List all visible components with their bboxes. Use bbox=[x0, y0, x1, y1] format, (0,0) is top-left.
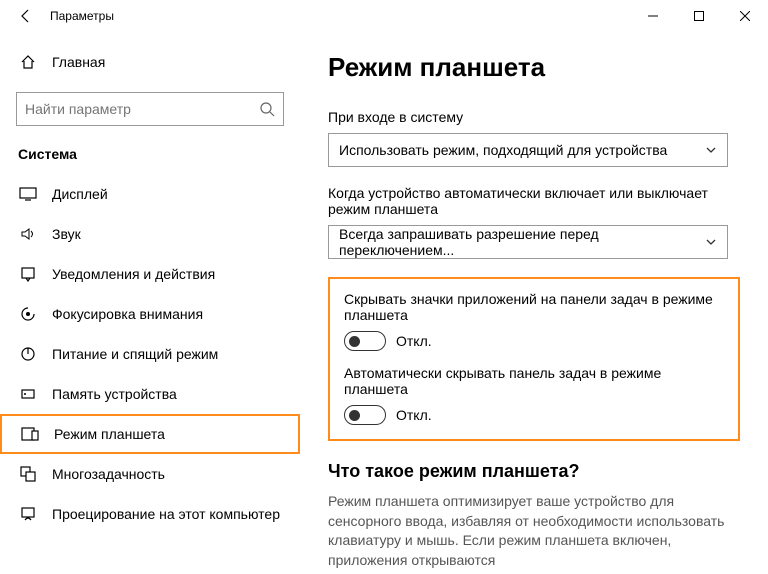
sidebar-item-power[interactable]: Питание и спящий режим bbox=[0, 334, 300, 374]
switch-select[interactable]: Всегда запрашивать разрешение перед пере… bbox=[328, 225, 728, 259]
projecting-icon bbox=[18, 504, 38, 524]
sidebar-item-multitask[interactable]: Многозадачность bbox=[0, 454, 300, 494]
toggle-hide-taskbar-state: Откл. bbox=[396, 407, 432, 423]
sidebar-item-label: Фокусировка внимания bbox=[52, 306, 203, 322]
window-title: Параметры bbox=[50, 9, 114, 23]
about-text: Режим планшета оптимизирует ваше устройс… bbox=[328, 492, 740, 570]
sound-icon bbox=[18, 224, 38, 244]
toggle-hide-taskbar[interactable] bbox=[344, 405, 386, 425]
sidebar-item-label: Питание и спящий режим bbox=[52, 346, 218, 362]
toggle-hide-icons-state: Откл. bbox=[396, 333, 432, 349]
window-controls bbox=[630, 0, 768, 32]
chevron-down-icon bbox=[705, 144, 717, 156]
maximize-button[interactable] bbox=[676, 0, 722, 32]
home-link[interactable]: Главная bbox=[0, 42, 300, 82]
sidebar-item-label: Многозадачность bbox=[52, 466, 165, 482]
toggle-hide-taskbar-label: Автоматически скрывать панель задач в ре… bbox=[344, 365, 724, 397]
sidebar-item-label: Режим планшета bbox=[54, 426, 165, 442]
sidebar-item-notifications[interactable]: Уведомления и действия bbox=[0, 254, 300, 294]
sidebar: Главная Система Дисплей Звук Уведомления… bbox=[0, 32, 300, 574]
sidebar-item-focus[interactable]: Фокусировка внимания bbox=[0, 294, 300, 334]
signin-value: Использовать режим, подходящий для устро… bbox=[339, 142, 667, 158]
storage-icon bbox=[18, 384, 38, 404]
highlighted-settings: Скрывать значки приложений на панели зад… bbox=[328, 277, 740, 441]
display-icon bbox=[18, 184, 38, 204]
power-icon bbox=[18, 344, 38, 364]
sidebar-item-projecting[interactable]: Проецирование на этот компьютер bbox=[0, 494, 300, 534]
sidebar-item-tablet[interactable]: Режим планшета bbox=[0, 414, 300, 454]
focus-icon bbox=[18, 304, 38, 324]
switch-label: Когда устройство автоматически включает … bbox=[328, 185, 740, 217]
category-heading: Система bbox=[0, 140, 300, 174]
signin-select[interactable]: Использовать режим, подходящий для устро… bbox=[328, 133, 728, 167]
search-box[interactable] bbox=[16, 92, 284, 126]
back-button[interactable] bbox=[12, 2, 40, 30]
notifications-icon bbox=[18, 264, 38, 284]
titlebar: Параметры bbox=[0, 0, 768, 32]
sidebar-item-label: Проецирование на этот компьютер bbox=[52, 506, 280, 522]
sidebar-item-sound[interactable]: Звук bbox=[0, 214, 300, 254]
sidebar-item-label: Звук bbox=[52, 226, 81, 242]
home-icon bbox=[18, 52, 38, 72]
home-label: Главная bbox=[52, 54, 105, 70]
about-heading: Что такое режим планшета? bbox=[328, 461, 740, 482]
search-input[interactable] bbox=[25, 101, 259, 117]
sidebar-item-label: Память устройства bbox=[52, 386, 177, 402]
chevron-down-icon bbox=[705, 236, 717, 248]
signin-label: При входе в систему bbox=[328, 109, 740, 125]
toggle-hide-icons-label: Скрывать значки приложений на панели зад… bbox=[344, 291, 724, 323]
multitask-icon bbox=[18, 464, 38, 484]
search-icon bbox=[259, 101, 275, 117]
switch-value: Всегда запрашивать разрешение перед пере… bbox=[339, 226, 705, 258]
page-title: Режим планшета bbox=[328, 52, 740, 83]
toggle-hide-icons[interactable] bbox=[344, 331, 386, 351]
tablet-icon bbox=[20, 424, 40, 444]
sidebar-item-storage[interactable]: Память устройства bbox=[0, 374, 300, 414]
sidebar-item-label: Дисплей bbox=[52, 186, 108, 202]
sidebar-item-label: Уведомления и действия bbox=[52, 266, 215, 282]
sidebar-item-display[interactable]: Дисплей bbox=[0, 174, 300, 214]
minimize-button[interactable] bbox=[630, 0, 676, 32]
close-button[interactable] bbox=[722, 0, 768, 32]
content-pane: Режим планшета При входе в систему Испол… bbox=[300, 32, 768, 574]
